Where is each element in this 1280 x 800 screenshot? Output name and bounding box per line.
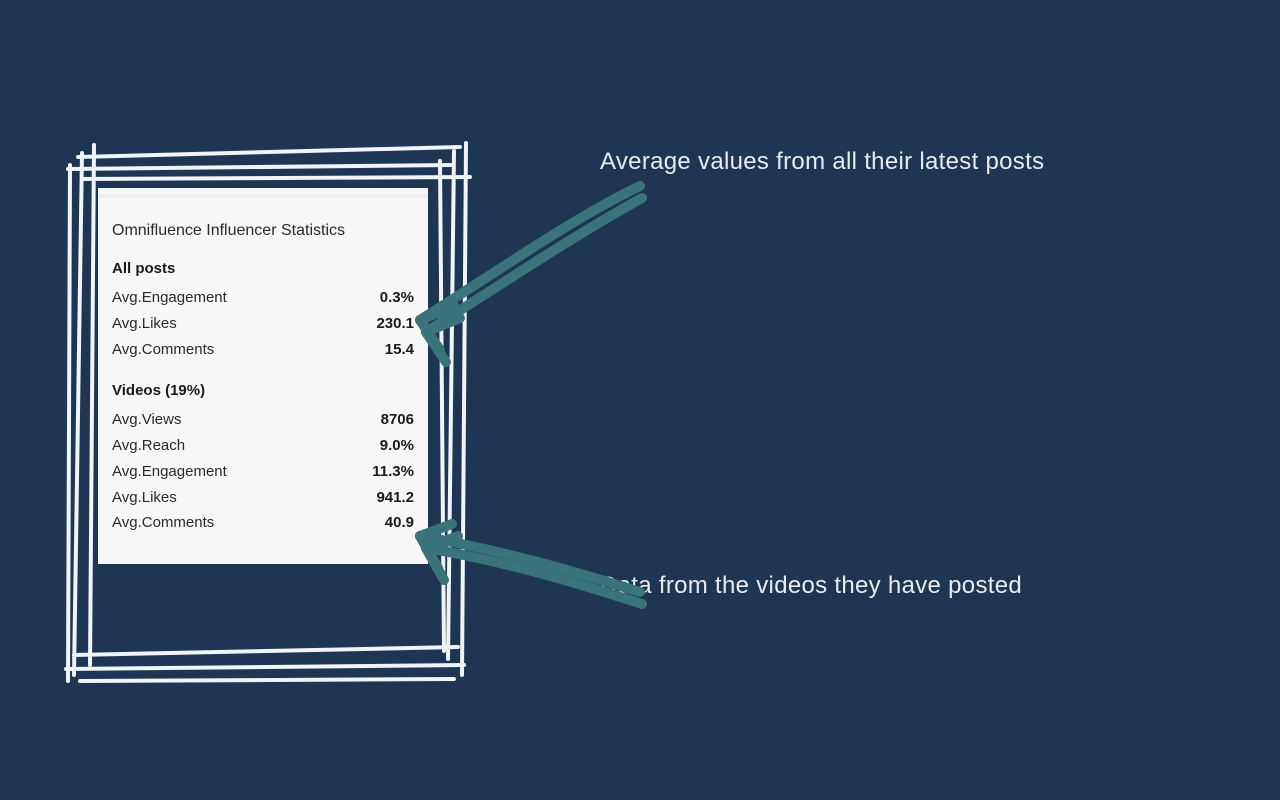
value-videos-engagement: 11.3%: [372, 461, 414, 483]
row-videos-likes: Avg.Likes 941.2: [98, 485, 428, 511]
value-videos-views: 8706: [381, 409, 414, 431]
value-videos-comments: 40.9: [385, 512, 414, 534]
row-videos-reach: Avg.Reach 9.0%: [98, 433, 428, 459]
value-videos-likes: 941.2: [376, 487, 414, 509]
label-all-engagement: Avg.Engagement: [112, 287, 227, 309]
label-videos-views: Avg.Views: [112, 409, 182, 431]
value-videos-reach: 9.0%: [380, 435, 414, 457]
annotation-bottom: Data from the videos they have posted: [600, 572, 1022, 600]
label-videos-reach: Avg.Reach: [112, 435, 185, 457]
arrow-top-icon: [390, 180, 650, 380]
row-all-comments: Avg.Comments 15.4: [98, 337, 428, 363]
row-videos-comments: Avg.Comments 40.9: [98, 510, 428, 536]
row-all-likes: Avg.Likes 230.1: [98, 311, 428, 337]
row-videos-views: Avg.Views 8706: [98, 407, 428, 433]
value-all-likes: 230.1: [376, 313, 414, 335]
label-videos-likes: Avg.Likes: [112, 487, 177, 509]
label-videos-engagement: Avg.Engagement: [112, 461, 227, 483]
row-videos-engagement: Avg.Engagement 11.3%: [98, 459, 428, 485]
row-all-engagement: Avg.Engagement 0.3%: [98, 285, 428, 311]
card-divider: [98, 194, 428, 198]
stats-card: Omnifluence Influencer Statistics All po…: [98, 188, 428, 564]
label-videos-comments: Avg.Comments: [112, 512, 214, 534]
label-all-likes: Avg.Likes: [112, 313, 177, 335]
section-header-all-posts: All posts: [98, 254, 428, 285]
section-header-videos: Videos (19%): [98, 376, 428, 407]
label-all-comments: Avg.Comments: [112, 339, 214, 361]
annotation-top: Average values from all their latest pos…: [600, 148, 1044, 176]
value-all-comments: 15.4: [385, 339, 414, 361]
card-title: Omnifluence Influencer Statistics: [98, 222, 428, 254]
value-all-engagement: 0.3%: [380, 287, 414, 309]
